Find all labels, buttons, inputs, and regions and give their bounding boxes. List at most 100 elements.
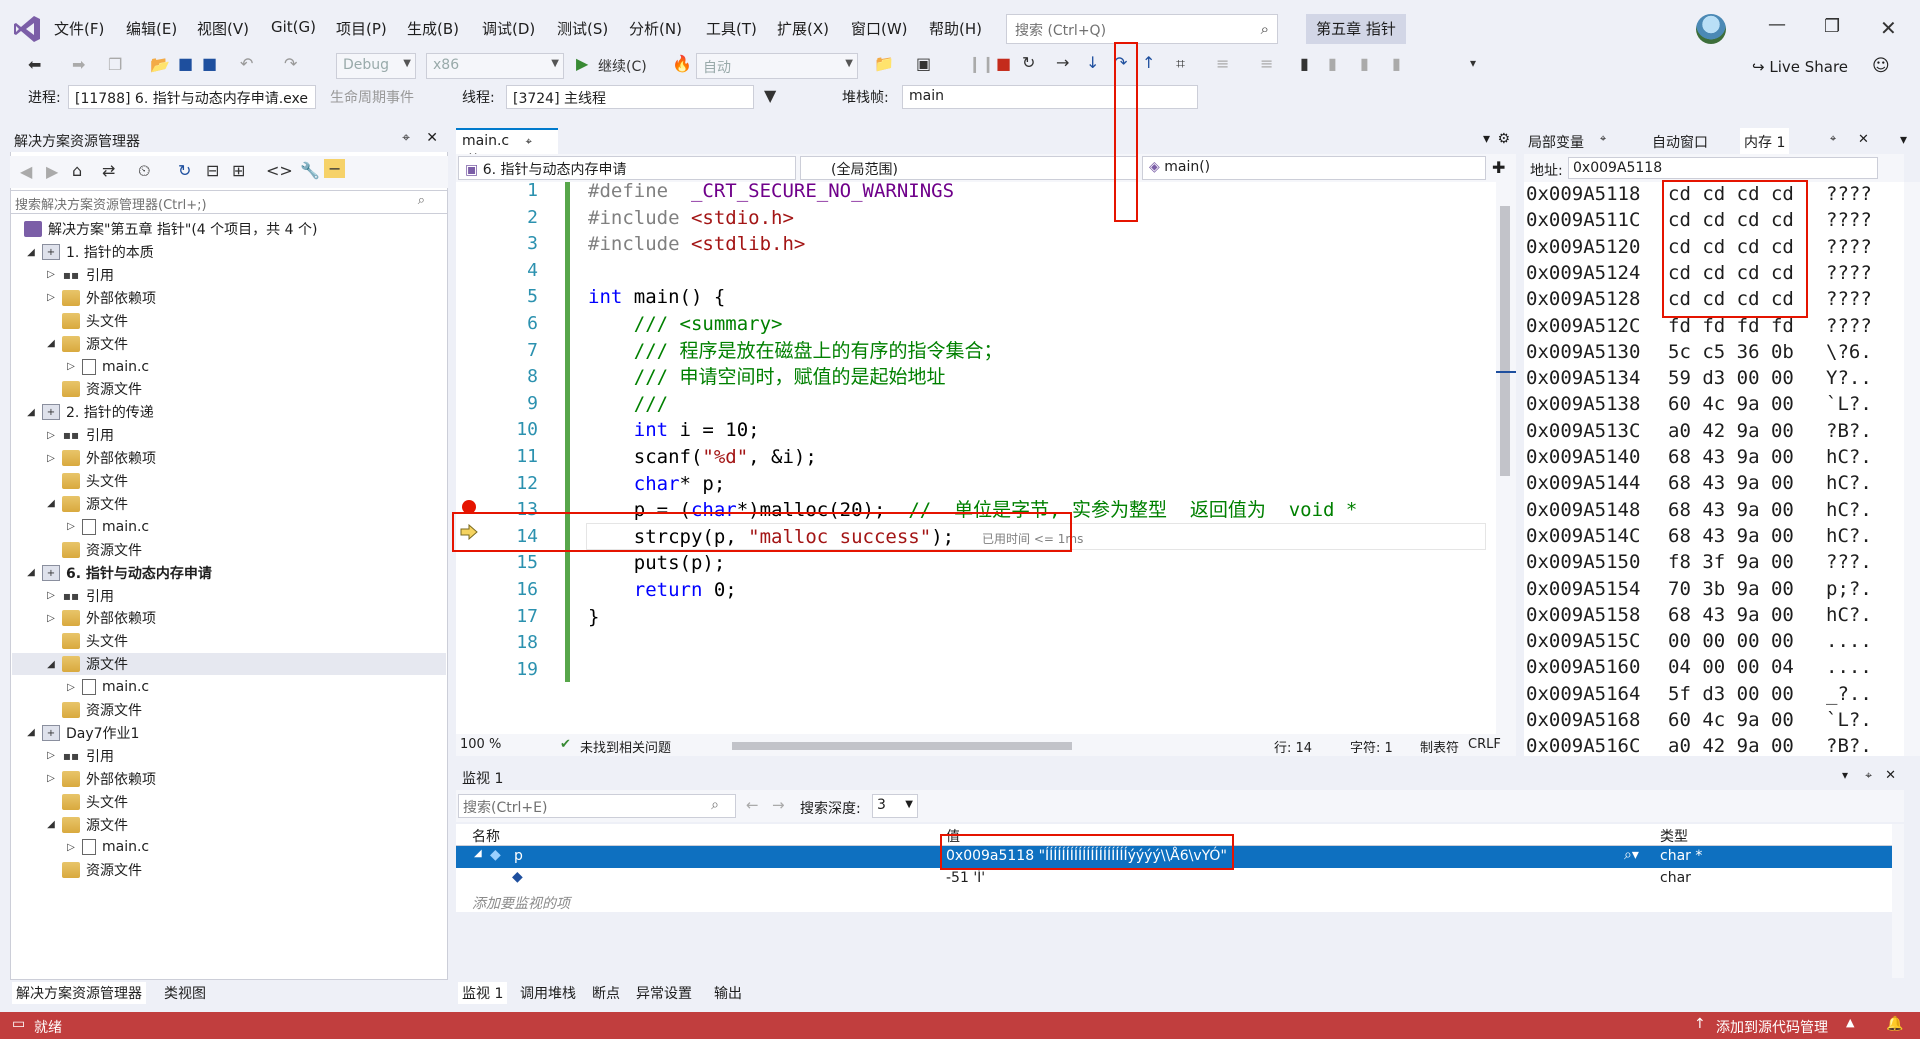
memory-bytes[interactable]: 68 43 9a 00 <box>1668 497 1826 523</box>
project-nav-select[interactable]: ▣ 6. 指针与动态内存申请 <box>458 156 796 180</box>
tree-item-folder[interactable]: 资源文件 <box>44 378 142 400</box>
switch-views-icon[interactable]: ⇄ <box>102 161 115 180</box>
home-icon[interactable]: ⌂ <box>72 161 82 180</box>
show-all-files-icon[interactable]: ⊞ <box>232 161 245 180</box>
auto-select[interactable]: 自动 ▼ <box>696 53 858 79</box>
menu-help[interactable]: 帮助(H) <box>929 18 982 39</box>
tree-item-folder[interactable]: ▷ 外部依赖项 <box>44 768 156 790</box>
tree-item-folder[interactable]: ◢ 源文件 <box>44 814 128 836</box>
expanded-icon[interactable]: ◢ <box>24 247 38 258</box>
menu-debug[interactable]: 调试(D) <box>482 18 535 39</box>
add-watch-row[interactable]: 添加要监视的项 <box>456 890 1892 912</box>
pin-icon[interactable]: ⌖ <box>1830 132 1836 146</box>
memory-bytes[interactable]: 68 43 9a 00 <box>1668 602 1826 628</box>
memory-row[interactable]: 0x009A5138 60 4c 9a 00 `L?. <box>1526 391 1872 417</box>
memory-bytes[interactable]: 59 d3 00 00 <box>1668 365 1826 391</box>
eol-indicator[interactable]: CRLF <box>1468 737 1501 752</box>
tab-output[interactable]: 输出 <box>710 982 746 1004</box>
notifications-icon[interactable]: 🔔 <box>1886 1016 1903 1032</box>
magnifier-icon[interactable]: ⌕▾ <box>1624 847 1639 863</box>
gear-icon[interactable]: ⚙ <box>1497 131 1510 147</box>
expanded-icon[interactable]: ◢ <box>44 338 58 349</box>
memory-row[interactable]: 0x009A5130 5c c5 36 0b \?6. <box>1526 339 1872 365</box>
configuration-select[interactable]: Debug ▼ <box>336 53 416 79</box>
tree-item-file[interactable]: ▷ main.c <box>64 836 149 858</box>
watch-search-input[interactable]: 搜索(Ctrl+E) ⌕ <box>458 794 736 818</box>
next-bookmark-icon[interactable]: ▮ <box>1360 54 1369 73</box>
tree-item-folder[interactable]: 资源文件 <box>44 859 142 881</box>
memory-row[interactable]: 0x009A5148 68 43 9a 00 hC?. <box>1526 497 1872 523</box>
tree-item-folder[interactable]: ◢ 源文件 <box>12 653 446 676</box>
undo-icon[interactable]: ↶ <box>240 54 253 73</box>
expanded-icon[interactable]: ◢ <box>44 659 58 670</box>
new-project-icon[interactable]: ❐ <box>108 55 122 74</box>
hex-display-icon[interactable]: ⌗ <box>1176 54 1185 74</box>
platform-select[interactable]: x86 ▼ <box>426 53 564 79</box>
tab-breakpoints[interactable]: 断点 <box>588 982 624 1004</box>
tab-dropdown-icon[interactable]: ▾ <box>1900 132 1907 148</box>
zoom-level[interactable]: 100 % <box>460 737 501 752</box>
clear-bookmarks-icon[interactable]: ▮ <box>1392 54 1401 73</box>
memory-bytes[interactable]: 5c c5 36 0b <box>1668 339 1826 365</box>
visual-studio-logo-icon[interactable] <box>12 14 42 44</box>
tree-item-folder[interactable]: 头文件 <box>44 470 128 492</box>
memory-row[interactable]: 0x009A5164 5f d3 00 00 _?.. <box>1526 681 1872 707</box>
memory-bytes[interactable]: 68 43 9a 00 <box>1668 444 1826 470</box>
collapsed-icon[interactable]: ▷ <box>44 269 58 280</box>
step-into-icon[interactable]: ↓ <box>1086 53 1099 72</box>
save-icon[interactable]: ■ <box>178 54 193 73</box>
back-icon[interactable]: ⬅ <box>28 55 41 74</box>
tree-item-project[interactable]: ◢ +2. 指针的传递 <box>24 401 154 423</box>
scroll-thumb[interactable] <box>1500 206 1510 476</box>
menu-build[interactable]: 生成(B) <box>407 18 459 39</box>
tab-locals[interactable]: 局部变量 <box>1528 132 1584 152</box>
collapsed-icon[interactable]: ▷ <box>64 842 78 853</box>
search-depth-select[interactable]: 3 ▼ <box>872 794 918 818</box>
expanded-icon[interactable]: ◢ <box>44 819 58 830</box>
filter-icon[interactable]: ▼ <box>764 86 776 105</box>
issues-status[interactable]: 未找到相关问题 <box>580 737 671 756</box>
memory-row[interactable]: 0x009A5140 68 43 9a 00 hC?. <box>1526 444 1872 470</box>
tree-item-folder[interactable]: 头文件 <box>44 791 128 813</box>
tab-watch-1[interactable]: 监视 1 <box>458 982 508 1004</box>
memory-row[interactable]: 0x009A5158 68 43 9a 00 hC?. <box>1526 602 1872 628</box>
minimize-icon[interactable]: — <box>1768 14 1786 35</box>
restart-icon[interactable]: ↻ <box>1022 53 1035 72</box>
menu-project[interactable]: 项目(P) <box>336 18 387 39</box>
memory-bytes[interactable]: 60 4c 9a 00 <box>1668 707 1826 733</box>
lifecycle-events-button[interactable]: 生命周期事件 <box>330 87 414 107</box>
pending-changes-icon[interactable]: ⏲ <box>138 161 150 181</box>
tree-item-folder[interactable]: ▷ 外部依赖项 <box>44 447 156 469</box>
maximize-icon[interactable]: ❐ <box>1824 16 1840 37</box>
memory-row[interactable]: 0x009A513C a0 42 9a 00 ?B?. <box>1526 418 1872 444</box>
memory-row[interactable]: 0x009A516C a0 42 9a 00 ?B?. <box>1526 733 1872 759</box>
tab-memory-1[interactable]: 内存 1 <box>1740 128 1790 154</box>
tree-item-file[interactable]: ▷ main.c <box>64 356 149 378</box>
properties-icon[interactable]: 🔧 <box>300 161 320 180</box>
column-type[interactable]: 类型 <box>1660 826 1688 846</box>
bookmark-icon[interactable]: ▮ <box>1300 54 1309 73</box>
collapsed-icon[interactable]: ▷ <box>44 430 58 441</box>
prev-bookmark-icon[interactable]: ▮ <box>1328 54 1337 73</box>
pin-icon[interactable]: ⌖ <box>402 130 410 146</box>
add-watch-placeholder[interactable]: 添加要监视的项 <box>472 893 570 913</box>
collapsed-icon[interactable]: ▷ <box>64 361 78 372</box>
menu-git[interactable]: Git(G) <box>271 18 316 36</box>
memory-bytes[interactable]: 5f d3 00 00 <box>1668 681 1826 707</box>
tree-item-file[interactable]: ▷ main.c <box>64 676 149 698</box>
break-all-icon[interactable]: ❙❙ <box>968 54 995 73</box>
memory-bytes[interactable]: 68 43 9a 00 <box>1668 523 1826 549</box>
tab-exception-settings[interactable]: 异常设置 <box>632 982 696 1004</box>
code-view-icon[interactable]: <> <box>266 161 293 180</box>
thread-select[interactable]: [3724] 主线程 <box>506 85 754 109</box>
tree-item-project[interactable]: ◢ +6. 指针与动态内存申请 <box>24 562 212 584</box>
pin-icon[interactable]: ⌖ <box>1865 768 1872 783</box>
stackframe-select[interactable]: main <box>902 85 1198 109</box>
redo-icon[interactable]: ↷ <box>284 54 297 73</box>
close-panel-icon[interactable]: ✕ <box>1885 768 1896 783</box>
tree-item-ref[interactable]: ▷ ▪▪ 引用 <box>44 424 114 446</box>
tab-solution-explorer[interactable]: 解决方案资源管理器 <box>12 982 146 1004</box>
watch-scrollbar[interactable] <box>1892 824 1904 978</box>
column-name[interactable]: 名称 <box>472 826 500 846</box>
menu-analyze[interactable]: 分析(N) <box>629 18 682 39</box>
